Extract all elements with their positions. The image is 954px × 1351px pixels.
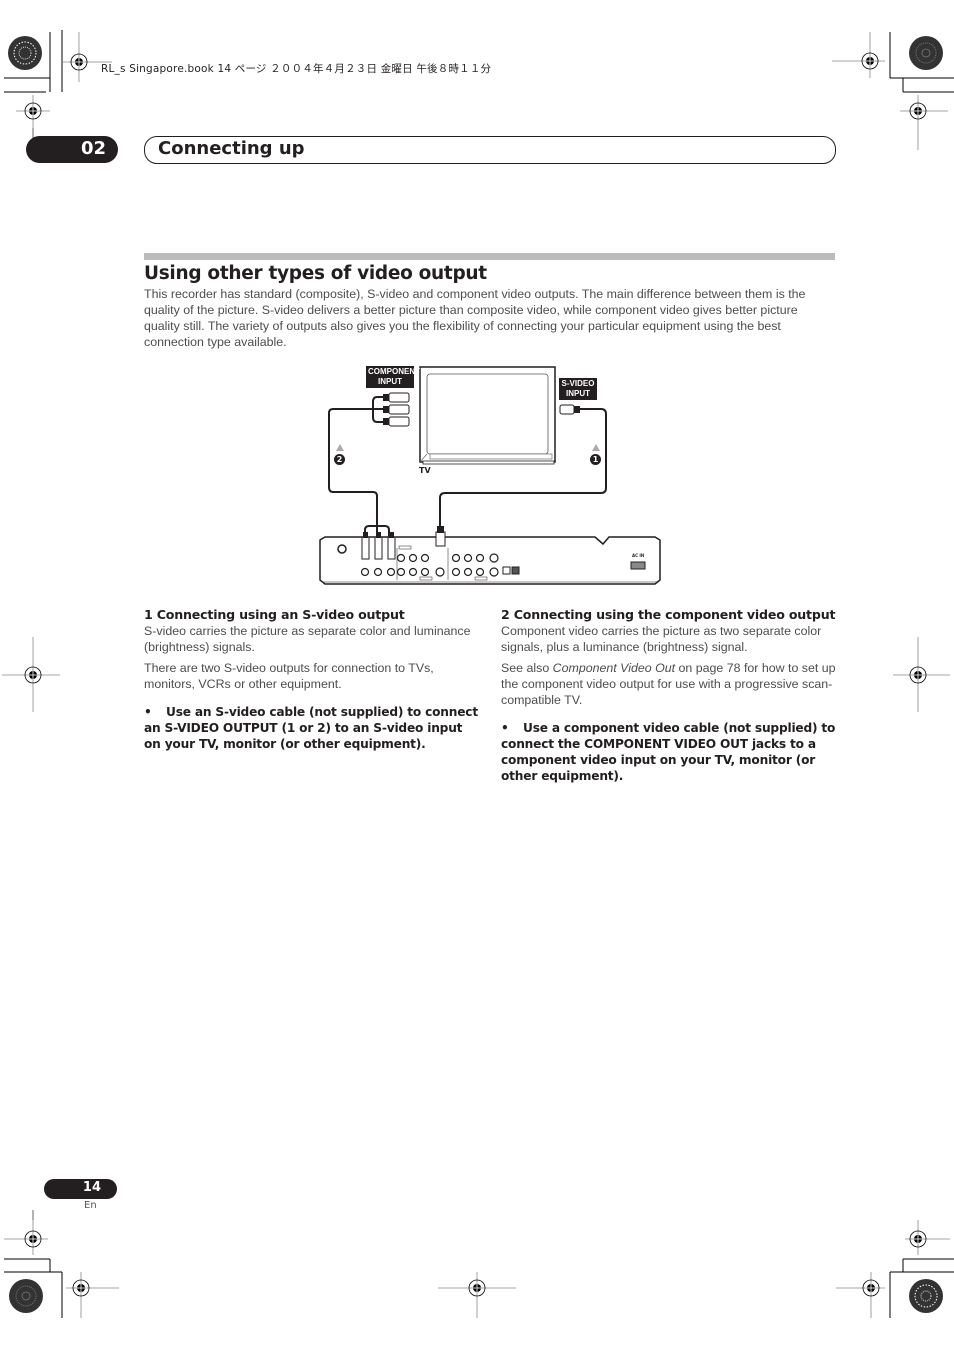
component-instruction-text: Use a component video cable (not supplie… [501,721,836,783]
component-paragraph-1: Component video carries the picture as t… [501,624,822,654]
section-title: Using other types of video output [144,263,487,284]
section-divider [144,253,835,260]
connection-diagram: COMPONENT INPUT S-VIDEO INPUT 2 1 TV AC … [315,362,665,588]
see-also-prefix: See also [501,661,553,675]
crosshair-icon [66,1272,119,1318]
svideo-section: 1 Connecting using an S-video output S-v… [144,607,479,752]
bullet-icon: • [144,705,152,719]
svideo-heading: 1 Connecting using an S-video output [144,607,405,622]
component-heading: 2 Connecting using the component video o… [501,607,836,622]
component-section: 2 Connecting using the component video o… [501,607,836,784]
component-input-label: COMPONENT INPUT [366,366,420,388]
page-language: En [84,1200,97,1211]
bullet-icon: • [501,721,509,735]
svideo-label-line2: INPUT [566,389,590,398]
component-see-also: See also Component Video Out on page 78 … [501,660,836,708]
svideo-paragraph-2: There are two S-video outputs for connec… [144,661,434,691]
crosshair-icon [4,1220,48,1255]
crosshair-icon [438,1272,516,1318]
chapter-number-badge: 02 [26,136,118,163]
component-cable [328,408,383,537]
svideo-cable-plug [559,404,580,415]
diagram-drawing [319,366,661,585]
direction-arrow-icon [592,444,600,451]
direction-arrow-icon [336,444,344,451]
crosshair-icon [16,95,50,128]
crosshair-icon [893,637,950,712]
registration-target-icon [909,36,943,70]
crosshair-icon [832,32,885,78]
svideo-instruction-text: Use an S-video cable (not supplied) to c… [144,705,478,751]
tv-illustration [419,366,556,465]
page-number: 14 [82,1180,101,1195]
component-instruction: • Use a component video cable (not suppli… [501,720,836,784]
recorder-rear-panel [319,526,661,585]
chapter-title-box: Connecting up [144,136,836,164]
registration-target-icon [909,1279,943,1313]
section-intro: This recorder has standard (composite), … [144,287,806,349]
crosshair-icon [836,1272,885,1318]
crosshair-icon [2,637,60,712]
registration-target-icon [8,36,42,70]
component-label-line2: INPUT [378,377,402,386]
component-label-line1: COMPONENT [368,367,420,376]
callout-1: 1 [590,454,601,465]
svideo-instruction: • Use an S-video cable (not supplied) to … [144,704,479,752]
print-job-header: RL_s Singapore.book 14 ページ ２００４年４月２３日 金曜… [101,63,492,75]
crosshair-icon [905,1220,950,1255]
chapter-title: Connecting up [158,138,305,159]
svideo-input-label: S-VIDEO INPUT [559,378,597,400]
page-number-badge: 14 [44,1179,117,1199]
svideo-label-line1: S-VIDEO [561,379,595,388]
callout-2: 2 [334,454,345,465]
crosshair-icon [900,95,948,150]
registration-target-icon [9,1279,43,1313]
chapter-number: 02 [80,138,106,159]
tv-label: TV [419,466,431,475]
ac-in-label: AC IN [632,553,645,558]
svideo-paragraph-1: S-video carries the picture as separate … [144,624,471,654]
see-also-reference: Component Video Out [552,661,676,675]
